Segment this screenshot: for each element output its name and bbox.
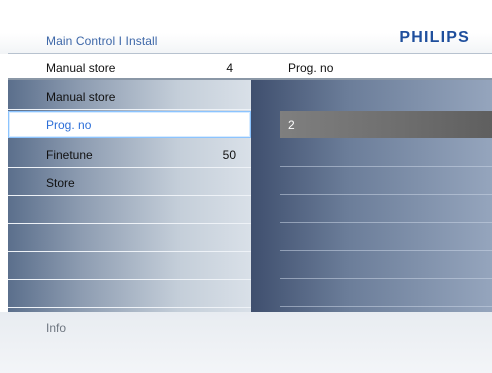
submenu-row-divider	[280, 278, 492, 279]
info-label: Info	[46, 321, 67, 335]
info-area: Info	[0, 312, 492, 373]
submenu-row-divider	[280, 222, 492, 223]
prog-no-value-field[interactable]: 2	[280, 111, 492, 138]
menu-item-label: Prog. no	[46, 118, 92, 132]
submenu-row-divider	[280, 194, 492, 195]
menu-item-label: Store	[46, 176, 75, 190]
menu-item-label: Finetune	[46, 148, 93, 162]
submenu-row-divider	[280, 306, 492, 307]
menu-item-label: Manual store	[46, 90, 116, 104]
submenu-row-divider	[280, 166, 492, 167]
menu-item-empty[interactable]	[8, 225, 251, 252]
tv-menu-screen: Main Control I Install PHILIPS Manual st…	[0, 0, 492, 373]
prog-no-value: 2	[288, 118, 295, 132]
column-title-row: Manual store 4 Prog. no	[0, 54, 492, 80]
menu-item-manual-store[interactable]: Manual store	[8, 83, 251, 110]
submenu-row-divider	[280, 250, 492, 251]
menu-item-empty[interactable]	[8, 197, 251, 224]
menu-title-value: 4	[226, 61, 233, 75]
submenu-title: Prog. no	[288, 61, 334, 75]
menu-item-prog-no[interactable]: Prog. no	[8, 111, 251, 138]
menu-title: Manual store	[46, 61, 116, 75]
menu-item-store[interactable]: Store	[8, 169, 251, 196]
menu-item-finetune[interactable]: Finetune 50	[8, 141, 251, 168]
brand-logo: PHILIPS	[399, 29, 470, 46]
menu-item-empty[interactable]	[8, 253, 251, 280]
breadcrumb: Main Control I Install	[46, 34, 158, 48]
menu-item-value: 50	[222, 148, 236, 162]
header-bar: Main Control I Install PHILIPS	[0, 0, 492, 60]
menu-item-empty[interactable]	[8, 281, 251, 308]
